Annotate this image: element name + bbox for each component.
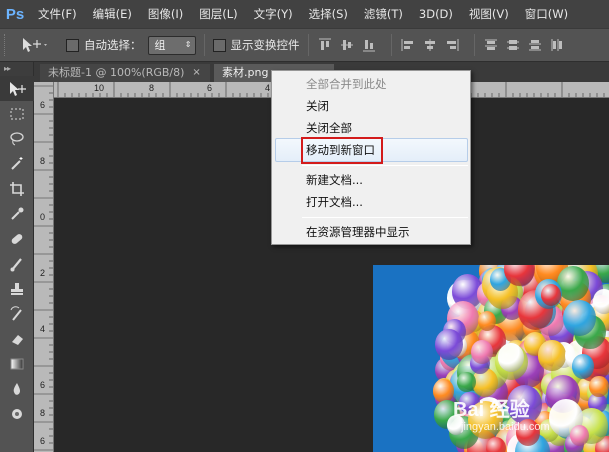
toolbar-separator xyxy=(307,34,309,56)
history-brush-tool-icon[interactable] xyxy=(0,301,34,326)
menu-layer[interactable]: 图层(L) xyxy=(191,0,245,28)
auto-select-label: 自动选择： xyxy=(84,38,142,52)
ruler-label: 4 xyxy=(265,83,271,93)
clone-stamp-tool-icon[interactable] xyxy=(0,276,34,301)
ruler-label: 6 xyxy=(207,83,213,93)
balloon-image[interactable]: Bai 经验 jingyan.baidu.com xyxy=(373,265,609,452)
ruler-label: 8 xyxy=(40,408,46,418)
menu-separator xyxy=(302,217,468,218)
watermark-url: jingyan.baidu.com xyxy=(461,421,550,433)
menu-bar: Ps 文件(F) 编辑(E) 图像(I) 图层(L) 文字(Y) 选择(S) 滤… xyxy=(0,0,609,28)
brush-tool-icon[interactable] xyxy=(0,251,34,276)
menu-item-consolidate-all[interactable]: 全部合并到此处 xyxy=(274,73,468,95)
eraser-tool-icon[interactable] xyxy=(0,326,34,351)
toolbar-separator xyxy=(390,34,392,56)
menu-edit[interactable]: 编辑(E) xyxy=(85,0,140,28)
balloon xyxy=(477,311,496,332)
ruler-label: 0 xyxy=(40,212,46,222)
magic-wand-tool-icon[interactable] xyxy=(0,151,34,176)
ruler-label: 6 xyxy=(40,380,46,390)
toolbar-separator xyxy=(473,34,475,56)
ruler-label: 8 xyxy=(40,156,46,166)
marquee-tool-icon[interactable] xyxy=(0,101,34,126)
tab-label: 未标题-1 @ 100%(RGB/8) xyxy=(48,66,185,79)
balloon xyxy=(563,299,596,336)
eyedropper-tool-icon[interactable] xyxy=(0,201,34,226)
show-transform-label: 显示变换控件 xyxy=(230,38,300,52)
gradient-tool-icon[interactable] xyxy=(0,351,34,376)
baidu-jingyan-watermark: Bai 经验 xyxy=(453,399,530,421)
menu-item-close[interactable]: 关闭 xyxy=(274,95,468,117)
auto-select-checkbox[interactable] xyxy=(66,38,79,52)
vertical-ruler[interactable]: 6 8 0 2 4 6 8 6 xyxy=(34,82,54,452)
balloon xyxy=(569,424,590,446)
align-left-icon[interactable] xyxy=(400,37,416,53)
move-tool-icon[interactable] xyxy=(0,76,34,101)
crop-tool-icon[interactable] xyxy=(0,176,34,201)
balloon xyxy=(571,354,595,379)
annotation-highlight-box xyxy=(301,137,383,164)
distribute-top-icon[interactable] xyxy=(483,37,499,53)
menu-file[interactable]: 文件(F) xyxy=(30,0,85,28)
distribute-bottom-icon[interactable] xyxy=(527,37,543,53)
dodge-tool-icon[interactable] xyxy=(0,401,34,426)
distribute-left-icon[interactable] xyxy=(549,37,565,53)
lasso-tool-icon[interactable] xyxy=(0,126,34,151)
balloon xyxy=(538,340,566,371)
move-tool-icon xyxy=(23,38,47,52)
align-hcenter-icon[interactable] xyxy=(422,37,438,53)
balloon xyxy=(540,284,561,306)
ruler-label: 2 xyxy=(40,268,46,278)
tab-untitled-1[interactable]: 未标题-1 @ 100%(RGB/8) × xyxy=(40,64,210,82)
align-top-icon[interactable] xyxy=(317,37,333,53)
tool-preset-picker[interactable] xyxy=(20,36,66,54)
healing-brush-tool-icon[interactable] xyxy=(0,226,34,251)
close-icon[interactable]: × xyxy=(192,64,200,82)
photoshop-logo: Ps xyxy=(5,5,25,23)
menu-select[interactable]: 选择(S) xyxy=(301,0,356,28)
tools-panel-collapse-icon[interactable]: ▸▸ xyxy=(0,62,33,76)
balloon xyxy=(589,375,609,398)
menu-item-reveal-in-explorer[interactable]: 在资源管理器中显示 xyxy=(274,221,468,243)
ruler-label: 4 xyxy=(40,324,46,334)
auto-select-dropdown[interactable]: 组 ⇕ xyxy=(147,35,196,55)
updown-arrows-icon: ⇕ xyxy=(184,40,192,49)
menu-filter[interactable]: 滤镜(T) xyxy=(356,0,411,28)
menu-item-close-all[interactable]: 关闭全部 xyxy=(274,117,468,139)
ruler-label: 6 xyxy=(40,436,46,446)
ruler-ticks xyxy=(34,85,53,451)
menu-item-open-document[interactable]: 打开文档... xyxy=(274,191,468,213)
ruler-label: 6 xyxy=(40,100,46,110)
menu-window[interactable]: 窗口(W) xyxy=(517,0,576,28)
menu-separator xyxy=(302,165,468,166)
menu-type[interactable]: 文字(Y) xyxy=(246,0,301,28)
align-vcenter-icon[interactable] xyxy=(339,37,355,53)
menu-image[interactable]: 图像(I) xyxy=(140,0,191,28)
align-right-icon[interactable] xyxy=(444,37,460,53)
ruler-label: 8 xyxy=(149,83,155,93)
toolbar-separator xyxy=(203,34,205,56)
tab-label: 素材.png xyxy=(222,66,269,79)
menu-view[interactable]: 视图(V) xyxy=(461,0,517,28)
options-bar: 自动选择： 组 ⇕ 显示变换控件 xyxy=(0,28,609,62)
tools-panel: ▸▸ xyxy=(0,62,34,452)
options-bar-grip[interactable] xyxy=(4,34,12,56)
ruler-label: 10 xyxy=(94,83,105,93)
balloon xyxy=(592,289,609,314)
menu-item-new-document[interactable]: 新建文档... xyxy=(274,169,468,191)
align-bottom-icon[interactable] xyxy=(361,37,377,53)
auto-select-value: 组 xyxy=(154,39,166,52)
show-transform-checkbox[interactable] xyxy=(212,38,226,52)
blur-tool-icon[interactable] xyxy=(0,376,34,401)
distribute-vcenter-icon[interactable] xyxy=(505,37,521,53)
balloon xyxy=(457,371,476,392)
menu-3d[interactable]: 3D(D) xyxy=(411,0,461,28)
